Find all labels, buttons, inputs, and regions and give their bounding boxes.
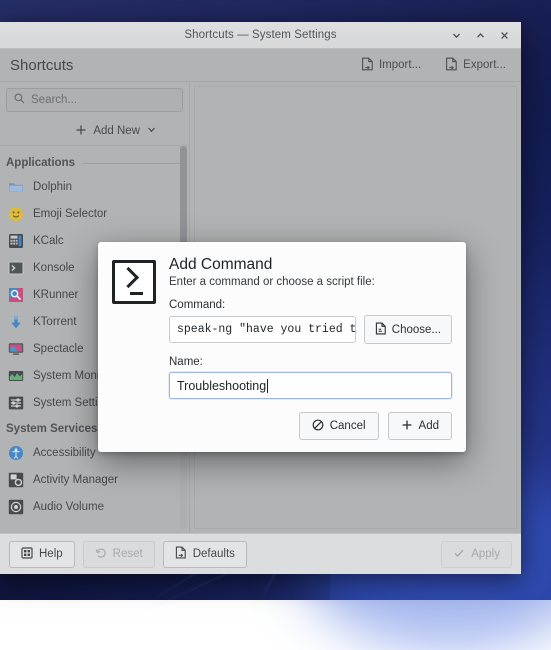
cancel-label: Cancel xyxy=(330,420,366,432)
command-input-value: speak-ng "have you tried turni xyxy=(177,323,356,336)
minimize-button[interactable] xyxy=(445,25,467,45)
add-button[interactable]: Add xyxy=(388,412,452,440)
choose-file-button[interactable]: Choose... xyxy=(364,315,452,344)
window-controls xyxy=(445,25,521,45)
command-row: speak-ng "have you tried turni Choose... xyxy=(169,315,452,344)
name-input[interactable]: Troubleshooting xyxy=(169,372,452,399)
name-field-label: Name: xyxy=(169,356,452,368)
cancel-icon xyxy=(312,419,324,434)
system-settings-window: Shortcuts — System Settings Shortcuts xyxy=(0,22,521,574)
dialog-actions: Cancel Add xyxy=(169,412,452,440)
file-icon xyxy=(375,322,387,338)
dialog-subtitle: Enter a command or choose a script file: xyxy=(169,276,452,288)
add-command-dialog: Add Command Enter a command or choose a … xyxy=(98,242,466,452)
dialog-title: Add Command xyxy=(169,256,452,274)
text-caret xyxy=(267,379,268,393)
command-input[interactable]: speak-ng "have you tried turni xyxy=(169,316,356,343)
terminal-cursor-bar xyxy=(130,292,143,295)
close-button[interactable] xyxy=(493,25,515,45)
terminal-prompt-chevron xyxy=(118,267,139,288)
plus-icon xyxy=(401,419,413,434)
command-field-label: Command: xyxy=(169,299,452,311)
terminal-icon xyxy=(112,260,156,304)
cancel-button[interactable]: Cancel xyxy=(299,412,379,440)
dialog-icon-container xyxy=(112,256,156,440)
maximize-button[interactable] xyxy=(469,25,491,45)
dialog-content: Add Command Enter a command or choose a … xyxy=(169,256,452,440)
name-input-value: Troubleshooting xyxy=(177,379,266,393)
choose-label: Choose... xyxy=(392,324,441,336)
add-label: Add xyxy=(419,420,439,432)
